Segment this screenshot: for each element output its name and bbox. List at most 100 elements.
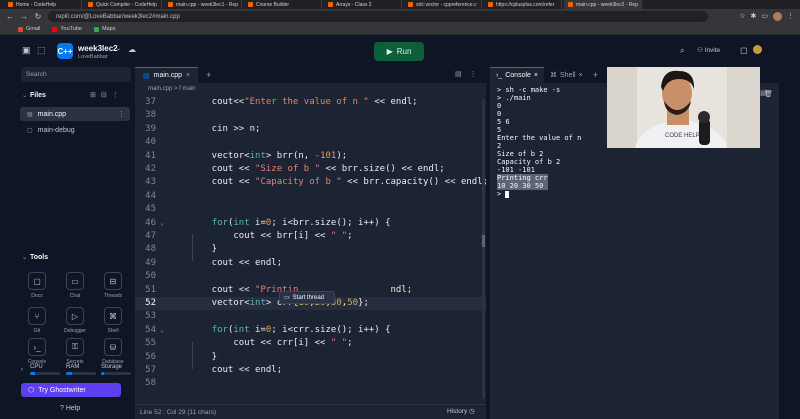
- back-icon[interactable]: ←: [6, 12, 14, 21]
- line-number: 39: [145, 123, 156, 134]
- new-tab-icon[interactable]: +: [593, 70, 598, 80]
- fold-chevron-icon[interactable]: ⌄: [160, 324, 164, 337]
- code-text: }: [190, 351, 217, 364]
- tool-docs[interactable]: ▢ Docs: [24, 272, 50, 299]
- code-line[interactable]: 49 cout << endl;: [135, 257, 486, 270]
- menu-icon[interactable]: ⋮: [787, 12, 794, 21]
- search-icon[interactable]: ⌕: [680, 46, 684, 56]
- favicon-icon: [488, 2, 493, 7]
- sidebar-toggle-icon[interactable]: ▣: [22, 45, 31, 56]
- line-number: 56: [145, 351, 156, 362]
- tool-chat[interactable]: ▭ Chat: [62, 272, 88, 299]
- more-icon[interactable]: ⋮: [470, 70, 477, 78]
- editor-toolbar: ▤ ⋮: [455, 70, 477, 78]
- tool-database[interactable]: ⛁ Database: [100, 338, 126, 365]
- cpu-meter[interactable]: CPU: [30, 364, 60, 375]
- console-output[interactable]: > sh -c make -s > ./main 0 0 5 6 5 Enter…: [497, 86, 581, 198]
- help-label: Help: [65, 405, 81, 412]
- replit-logo-icon[interactable]: ⬚: [37, 45, 46, 56]
- tab-shell[interactable]: ⌘ Shell ×: [544, 67, 589, 83]
- reload-icon[interactable]: ↻: [34, 12, 42, 21]
- browser-tab[interactable]: Quick Compiler - CodeHelp: [84, 0, 162, 9]
- console-prompt: >: [497, 190, 506, 198]
- tool-git[interactable]: ⑂ Git: [24, 307, 50, 334]
- code-line[interactable]: 41 vector<int> brr(n, -101);: [135, 150, 486, 163]
- tool-debugger[interactable]: ▷ Debugger: [62, 307, 88, 334]
- new-folder-icon[interactable]: ⊟: [101, 91, 107, 99]
- close-icon[interactable]: ×: [186, 72, 190, 79]
- new-file-icon[interactable]: ⊞: [90, 91, 96, 99]
- extensions-icon[interactable]: ✱: [751, 12, 757, 21]
- editor-scrollbar[interactable]: [482, 99, 485, 399]
- code-line[interactable]: 54 ⌄ for(int i=0; i<crr.size(); i++) {: [135, 324, 486, 337]
- bookmark-item[interactable]: Gmail: [18, 26, 40, 32]
- code-line[interactable]: 58: [135, 377, 486, 390]
- code-line[interactable]: 50: [135, 270, 486, 283]
- run-button[interactable]: ▶ Run: [374, 42, 424, 61]
- start-thread-popup[interactable]: ▭ Start thread: [279, 291, 335, 304]
- tab-console[interactable]: ›_ Console ×: [490, 67, 545, 83]
- browser-tab[interactable]: Course Builder: [244, 0, 322, 9]
- code-line[interactable]: 47 cout << brr[i] << " ";: [135, 230, 486, 243]
- format-icon[interactable]: ▤: [455, 70, 462, 78]
- bookmark-item[interactable]: Maps: [94, 26, 115, 32]
- code-line[interactable]: 53: [135, 310, 486, 323]
- code-line[interactable]: 46 ⌄ for(int i=0; i<brr.size(); i++) {: [135, 217, 486, 230]
- repl-name[interactable]: week3lec2: [78, 44, 118, 53]
- trash-icon[interactable]: 🗑: [764, 90, 773, 98]
- code-line[interactable]: 43 cout << "Capacity of b " << brr.capac…: [135, 176, 488, 189]
- close-icon[interactable]: ×: [534, 72, 538, 79]
- file-item-main-debug[interactable]: ▢ main-debug: [20, 123, 130, 137]
- code-line[interactable]: 48 }: [135, 243, 486, 256]
- browser-tab[interactable]: std::vector - cppreference.c: [404, 0, 482, 9]
- close-icon[interactable]: ×: [579, 72, 583, 79]
- code-line[interactable]: 38: [135, 109, 486, 122]
- code-line[interactable]: 57 cout << endl;: [135, 364, 486, 377]
- code-line[interactable]: 56 }: [135, 351, 486, 364]
- tool-console[interactable]: ›_ Console: [24, 338, 50, 365]
- code-line[interactable]: 44: [135, 190, 486, 203]
- more-icon[interactable]: ⋮: [118, 110, 125, 118]
- code-line[interactable]: 45: [135, 203, 486, 216]
- notifications-icon[interactable]: ◻: [740, 45, 747, 56]
- code-line[interactable]: 40: [135, 136, 486, 149]
- tool-threads[interactable]: ⊟ Threads: [100, 272, 126, 299]
- browser-tab[interactable]: main.cpp - week3lec2 - Rep: [564, 0, 642, 9]
- ghostwriter-button[interactable]: ⬡ Try Ghostwriter: [21, 383, 121, 397]
- code-line[interactable]: 39 cin >> n;: [135, 123, 486, 136]
- code-line[interactable]: 42 cout << "Size of b " << brr.size() <<…: [135, 163, 486, 176]
- file-item-main-cpp[interactable]: ▤ main.cpp ⋮: [20, 107, 130, 121]
- code-line[interactable]: 37 cout<<"Enter the value of n " << endl…: [135, 96, 486, 109]
- browser-tab[interactable]: Arrays - Class 2: [324, 0, 402, 9]
- tab-main-cpp[interactable]: ▤ main.cpp ×: [135, 67, 199, 83]
- help-button[interactable]: ? Help: [60, 405, 80, 412]
- new-tab-icon[interactable]: +: [206, 70, 211, 80]
- browser-tab[interactable]: main.cpp - week3lec1 - Rep: [164, 0, 242, 9]
- invite-button[interactable]: ⚇ Invite: [697, 46, 720, 54]
- tool-shell[interactable]: ⌘ Shell: [100, 307, 126, 334]
- profile-avatar[interactable]: [773, 12, 782, 21]
- code-line[interactable]: 55 cout << crr[i] << " ";: [135, 337, 486, 350]
- chevron-down-icon[interactable]: ⌄: [116, 45, 121, 52]
- browser-tab[interactable]: https://cplusplus.com/refer: [484, 0, 562, 9]
- sidebar-icon[interactable]: ▭: [761, 12, 768, 21]
- chevron-right-icon[interactable]: ›: [21, 367, 23, 373]
- url-field[interactable]: replit.com/@LoveBabbar/week3lec2#main.cp…: [48, 11, 708, 22]
- editor-scroll-thumb[interactable]: [482, 235, 485, 247]
- breadcrumb[interactable]: main.cpp > f main: [148, 86, 196, 92]
- ram-meter[interactable]: RAM: [66, 364, 96, 375]
- user-avatar[interactable]: [753, 45, 762, 54]
- storage-meter[interactable]: Storage: [101, 364, 131, 375]
- chevron-down-icon[interactable]: ⌄: [22, 92, 27, 99]
- tool-secrets[interactable]: ⚿ Secrets: [62, 338, 88, 365]
- bookmark-item[interactable]: YouTube: [52, 26, 82, 32]
- sidebar-search-input[interactable]: Search: [21, 67, 131, 82]
- fold-chevron-icon[interactable]: ⌄: [160, 217, 164, 230]
- more-icon[interactable]: ⋮: [112, 91, 119, 99]
- forward-icon[interactable]: →: [20, 12, 28, 21]
- repl-owner[interactable]: LoveBabbar: [78, 54, 108, 60]
- browser-tab[interactable]: Home - CodeHelp: [4, 0, 82, 9]
- chevron-down-icon[interactable]: ⌄: [22, 254, 27, 261]
- star-icon[interactable]: ☆: [739, 12, 745, 21]
- history-button[interactable]: History ◷: [447, 407, 475, 415]
